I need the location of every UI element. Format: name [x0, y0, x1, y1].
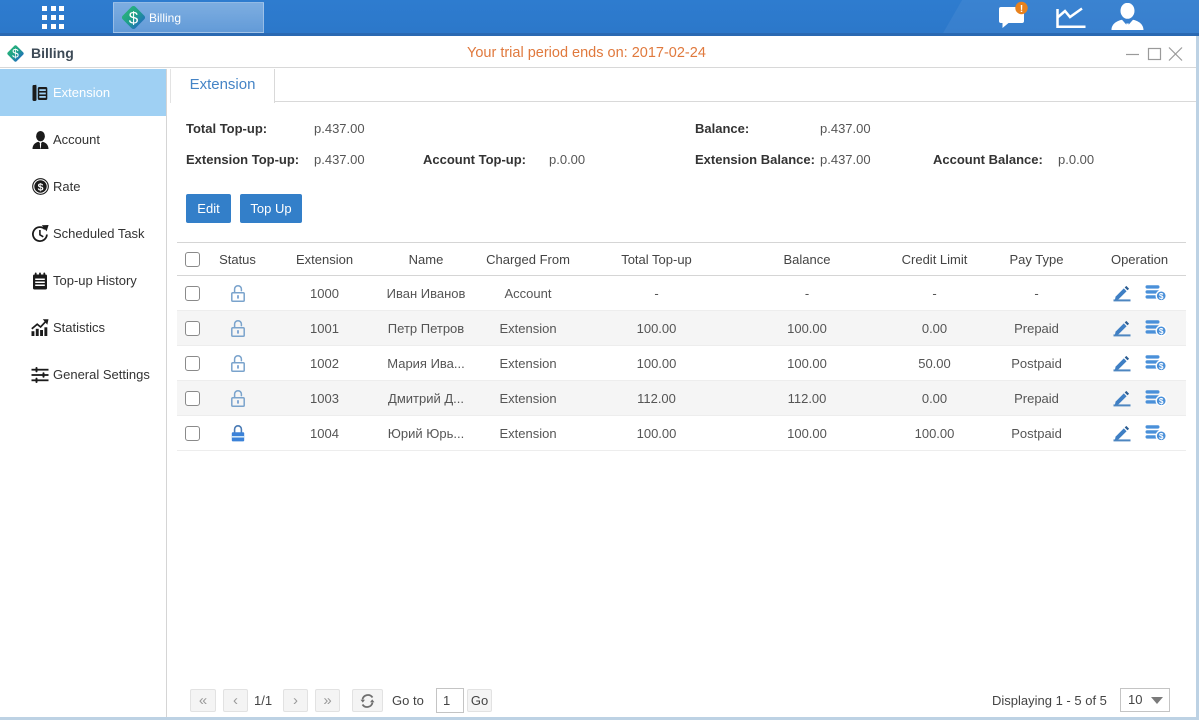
svg-text:$: $ — [37, 181, 43, 193]
svg-text:$: $ — [129, 9, 139, 28]
svg-text:$: $ — [1158, 292, 1163, 301]
svg-text:!: ! — [1020, 4, 1023, 15]
svg-text:$: $ — [1158, 362, 1163, 371]
svg-text:$: $ — [1158, 432, 1163, 441]
svg-text:$: $ — [1158, 397, 1163, 406]
svg-text:$: $ — [1158, 327, 1163, 336]
svg-text:$: $ — [12, 47, 19, 61]
